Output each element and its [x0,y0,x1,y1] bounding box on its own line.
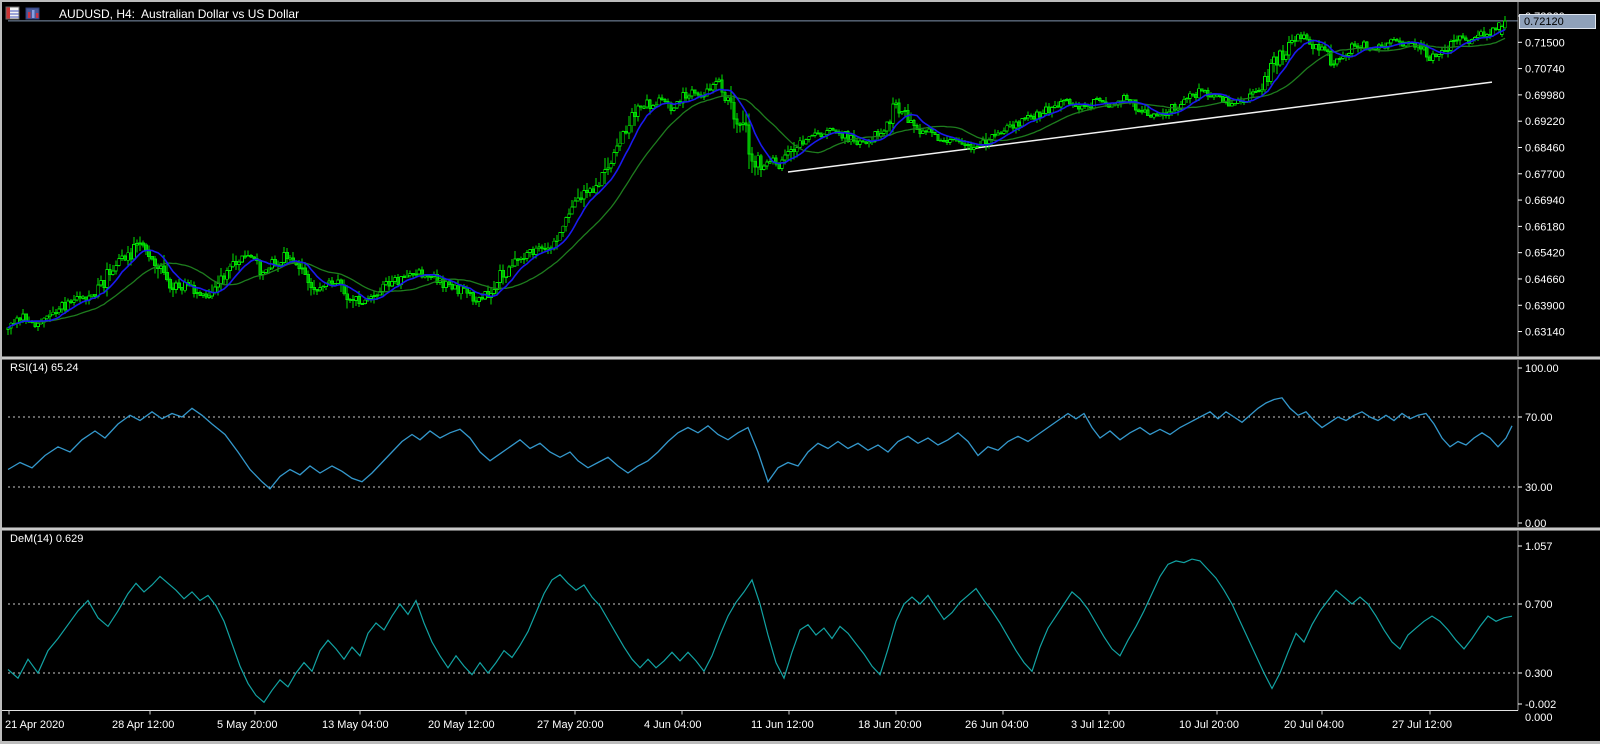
price-tick-0.66180: 0.66180 [1525,221,1565,233]
time-label: 18 Jun 20:00 [858,719,922,731]
candles-series [6,16,1507,335]
dem-tick-0.300: 0.300 [1525,668,1553,680]
spreadsheet-icon [5,6,21,21]
dem-tick-0.700: 0.700 [1525,599,1553,611]
price-tick-0.70740: 0.70740 [1525,64,1565,76]
chart-window: 0.722600.715000.707400.699800.692200.684… [0,0,1600,744]
price-tick-0.69220: 0.69220 [1525,116,1565,128]
rsi-tick-70.00: 70.00 [1525,412,1553,424]
price-tick-0.71500: 0.71500 [1525,37,1565,49]
time-label: 27 May 20:00 [537,719,604,731]
time-label: 13 May 04:00 [322,719,389,731]
price-tick-0.67700: 0.67700 [1525,169,1565,181]
dem-indicator-label: DeM(14) 0.629 [10,533,84,545]
time-label: 27 Jul 12:00 [1392,719,1452,731]
time-label: 3 Jul 12:00 [1071,719,1125,731]
price-tick-0.68460: 0.68460 [1525,142,1565,154]
chart-canvas[interactable]: 0.722600.715000.707400.699800.692200.684… [0,0,1600,744]
time-label: 28 Apr 12:00 [112,719,174,731]
pane-splitter-main-rsi[interactable] [0,356,1600,360]
rsi-indicator-label: RSI(14) 65.24 [10,362,79,374]
price-tick-0.66940: 0.66940 [1525,195,1565,207]
dem-tick-1.057: 1.057 [1525,541,1553,553]
time-label: 20 Jul 04:00 [1284,719,1344,731]
current-bid-price-tag: 0.72120 [1519,14,1596,29]
time-label: 4 Jun 04:00 [644,719,702,731]
pane-splitter-rsi-dem[interactable] [0,527,1600,531]
rsi-tick-100.00: 100.00 [1525,363,1559,375]
chart-icon [25,6,41,21]
price-tick-0.64660: 0.64660 [1525,274,1565,286]
ma-slow-line [7,37,1506,329]
window-left-border [0,0,2,744]
time-label: 10 Jul 20:00 [1179,719,1239,731]
time-label: 20 May 12:00 [428,719,495,731]
axes: 0.722600.715000.707400.699800.692200.684… [0,2,1565,731]
ma-fast-line [7,28,1506,329]
dem-tick--0.002: -0.002 [1525,699,1556,711]
price-tick-0.63140: 0.63140 [1525,327,1565,339]
dem-pane[interactable] [7,558,1518,704]
dem-line [7,558,1513,704]
corner-scale-label: 0.000 [1525,712,1553,724]
time-label: 11 Jun 12:00 [751,719,814,731]
price-tick-0.69980: 0.69980 [1525,90,1565,102]
chart-title: AUDUSD, H4: Australian Dollar vs US Doll… [59,6,300,21]
time-label: 21 Apr 2020 [5,719,64,731]
time-label: 5 May 20:00 [217,719,278,731]
price-tick-0.63900: 0.63900 [1525,300,1565,312]
time-label: 26 Jun 04:00 [965,719,1029,731]
rsi-tick-30.00: 30.00 [1525,482,1553,494]
window-top-border [0,0,1600,2]
ascending-trendline[interactable] [787,81,1493,173]
rsi-pane[interactable] [7,397,1518,490]
chart-title-bar: AUDUSD, H4: Australian Dollar vs US Doll… [5,6,299,21]
rsi-line [7,397,1513,490]
main-price-pane[interactable] [6,16,1518,335]
price-tick-0.65420: 0.65420 [1525,248,1565,260]
